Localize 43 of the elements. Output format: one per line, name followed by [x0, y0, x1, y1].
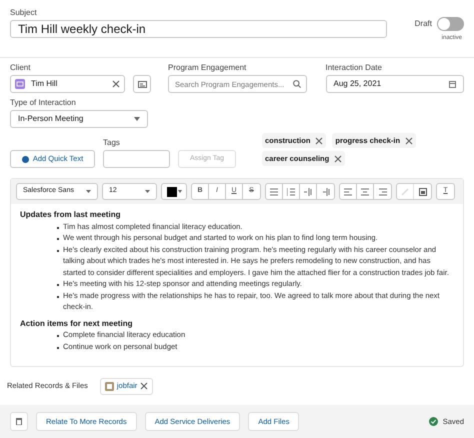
field-label: Program Engagement: [168, 62, 248, 73]
client-field[interactable]: Tim Hill: [10, 75, 125, 93]
caret-icon: [178, 190, 182, 193]
bullet-list-icon: [270, 188, 278, 196]
file-icon: [104, 382, 114, 390]
section-heading: Action items for next meeting: [20, 318, 134, 329]
remove-icon: [334, 154, 342, 162]
field-label: Interaction Date: [326, 62, 383, 73]
remove-icon: [405, 136, 414, 144]
field-label: Tags: [103, 137, 121, 148]
caret-icon: [145, 190, 150, 193]
draft-toggle[interactable]: [437, 17, 464, 31]
calendar-icon: [449, 80, 456, 88]
close-icon: [112, 80, 120, 88]
quick-text-icon: [22, 156, 29, 162]
caret-icon: [86, 190, 91, 193]
remove-icon: [315, 136, 324, 144]
field-label: Type of Interaction: [10, 97, 77, 108]
outdent-icon: [322, 188, 330, 196]
remove-icon: [140, 382, 148, 390]
contact-card-button[interactable]: [133, 75, 151, 93]
caret-icon: [134, 117, 140, 121]
numbered-list-icon: [287, 188, 295, 196]
section-heading: Updates from last meeting: [20, 209, 122, 220]
trash-icon: [16, 418, 22, 425]
tags-field[interactable]: [103, 150, 170, 168]
indent-icon: [304, 188, 312, 196]
align-center-icon: [361, 188, 369, 196]
date-field[interactable]: Aug 25, 2021: [326, 75, 464, 93]
id-card-icon: [138, 80, 146, 88]
align-right-icon: [378, 188, 386, 196]
toggle-label: Draft: [414, 18, 432, 30]
image-icon: [418, 188, 426, 196]
interaction-type-dropdown[interactable]: In-Person Meeting: [10, 110, 148, 128]
subject-field[interactable]: Tim Hill weekly check-in: [10, 20, 387, 38]
field-label: Client: [10, 62, 32, 73]
field-label: Subject: [10, 7, 38, 18]
delete-button[interactable]: [10, 412, 28, 431]
align-left-icon: [344, 188, 352, 196]
contact-card-icon: [15, 79, 25, 89]
search-icon: [292, 80, 300, 88]
color-picker[interactable]: [161, 183, 187, 200]
success-icon: [428, 417, 438, 426]
